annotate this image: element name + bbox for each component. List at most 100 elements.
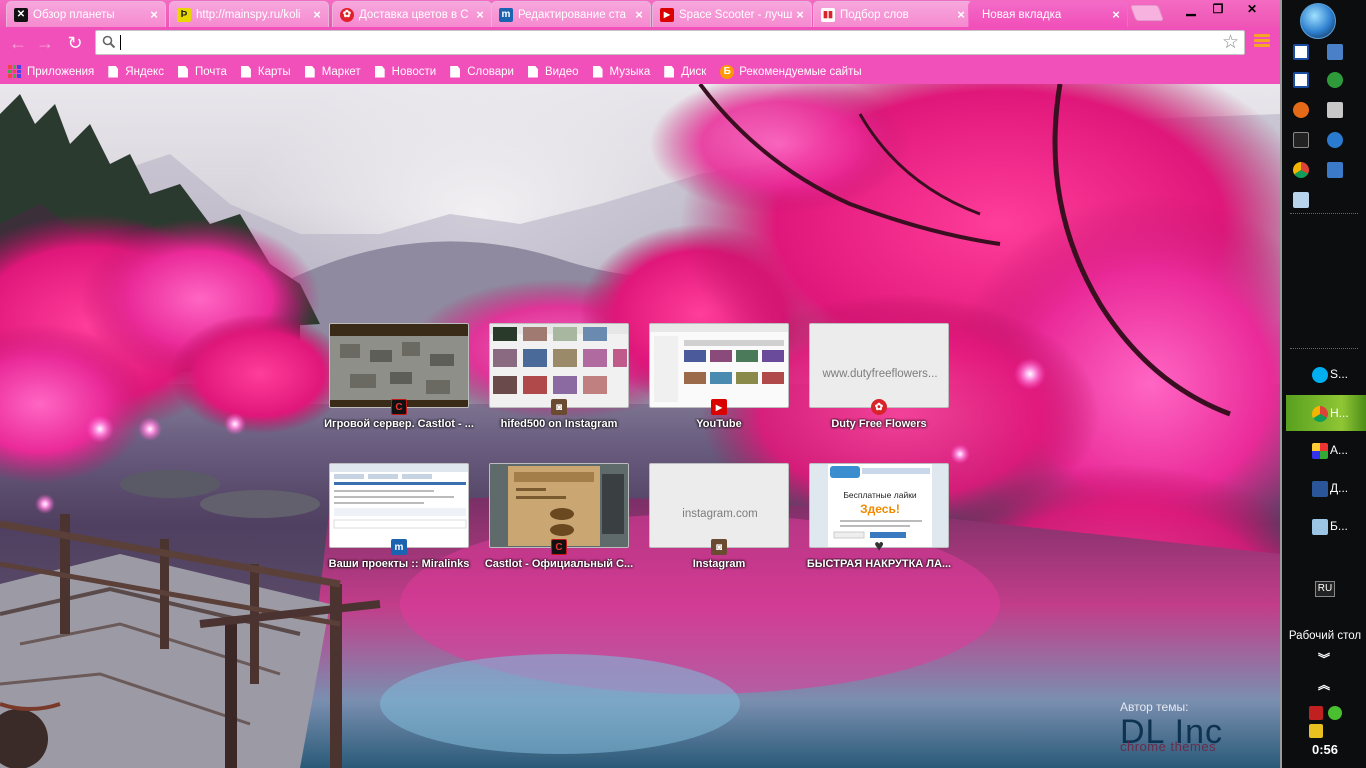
close-icon[interactable]: × — [632, 7, 646, 22]
tab-6-active[interactable]: Новая вкладка × — [968, 1, 1128, 27]
bookmark-music[interactable]: Музыка — [592, 65, 650, 78]
bookmark-label: Почта — [194, 65, 227, 78]
chevron-down-icon[interactable]: ︾ — [1318, 650, 1330, 667]
arrow-icon[interactable] — [1327, 102, 1343, 118]
firefox-icon[interactable] — [1293, 102, 1309, 118]
flower-delivery-icon: ✿ — [871, 399, 887, 415]
close-icon[interactable]: × — [147, 7, 161, 22]
bookmark-label: Маркет — [321, 65, 361, 78]
flower-delivery-icon: ✿ — [340, 7, 354, 22]
taskbar-item-notepad[interactable]: Б... — [1286, 508, 1366, 544]
tab-2[interactable]: ✿ Доставка цветов в С × — [332, 1, 492, 27]
language-indicator[interactable]: RU — [1315, 581, 1335, 597]
bookmark-label: Новости — [391, 65, 437, 78]
bookmark-disk[interactable]: Диск — [664, 65, 706, 78]
utorrent-icon[interactable] — [1327, 72, 1343, 88]
3d-icon[interactable] — [1293, 132, 1309, 148]
maximize-button[interactable]: ❐ — [1205, 0, 1231, 18]
chrome-icon[interactable] — [1293, 162, 1309, 178]
bookmark-star-icon[interactable]: ☆ — [1222, 31, 1239, 54]
heart-icon: ♥ — [874, 538, 884, 555]
tab-title: http://mainspy.ru/koli — [196, 8, 301, 21]
tile-url-text: instagram.com — [682, 508, 758, 520]
menu-icon[interactable] — [1254, 34, 1270, 50]
aimp-icon — [1312, 443, 1328, 459]
youtube-icon: ▶ — [660, 7, 674, 22]
bookmark-label: Яндекс — [125, 65, 164, 78]
bookmark-market[interactable]: Маркет — [304, 65, 361, 78]
new-tab-button[interactable] — [1130, 5, 1164, 21]
minimize-button[interactable]: ▁ — [1178, 0, 1204, 18]
start-button[interactable] — [1300, 3, 1336, 39]
bookmark-news[interactable]: Новости — [374, 65, 437, 78]
bookmarks-bar: Приложения Яндекс Почта Карты Маркет Нов… — [0, 59, 1280, 84]
bookmark-label: Рекомендуемые сайты — [739, 65, 862, 78]
bookmark-label: Приложения — [27, 65, 95, 78]
search-app-icon[interactable] — [1293, 192, 1309, 208]
taskbar-item-aimp[interactable]: A... — [1286, 432, 1366, 468]
taskbar-item-skype[interactable]: S... — [1286, 356, 1366, 392]
taskbar-item-chrome[interactable]: Н... — [1286, 395, 1366, 431]
instagram-icon: ◙ — [551, 399, 567, 415]
close-icon[interactable]: × — [310, 7, 324, 22]
tab-strip: ✕ Обзор планеты × Þ http://mainspy.ru/ko… — [0, 0, 1280, 27]
likes-page-headline: Здесь! — [860, 502, 900, 516]
close-icon[interactable]: × — [793, 7, 807, 22]
wordstat-icon: ▮▮ — [821, 7, 835, 22]
tile-thumbnail — [329, 323, 469, 408]
tab-4[interactable]: ▶ Space Scooter - лучш × — [652, 1, 812, 27]
castlot-site-screenshot — [490, 464, 628, 547]
separator — [1290, 213, 1358, 214]
theme-author-label: Автор темы: — [1120, 700, 1189, 714]
chevron-up-icon[interactable]: ︽ — [1318, 676, 1330, 693]
bookmark-video[interactable]: Видео — [527, 65, 579, 78]
browser-window: ✕ Обзор планеты × Þ http://mainspy.ru/ko… — [0, 0, 1280, 768]
taskbar-item-word[interactable]: Д... — [1286, 470, 1366, 506]
tab-5[interactable]: ▮▮ Подбор слов × — [813, 1, 973, 27]
close-icon[interactable]: × — [473, 7, 487, 22]
desktop-toolbar-label[interactable]: Рабочий стол — [1282, 630, 1366, 642]
task-label: A... — [1330, 443, 1349, 457]
tab-3[interactable]: m Редактирование ста × — [491, 1, 651, 27]
bookmark-yandex[interactable]: Яндекс — [108, 65, 164, 78]
page-icon — [592, 65, 603, 78]
bookmark-mail[interactable]: Почта — [177, 65, 227, 78]
close-window-button[interactable]: ✕ — [1234, 0, 1270, 18]
back-button[interactable]: ← — [7, 32, 29, 54]
tab-0[interactable]: ✕ Обзор планеты × — [6, 1, 166, 27]
youtube-page-screenshot — [650, 324, 788, 402]
tile-label: Ваши проекты :: Miralinks — [328, 558, 470, 570]
update-icon[interactable] — [1328, 706, 1342, 720]
clock[interactable]: 0:56 — [1282, 742, 1366, 757]
task-label: Н... — [1330, 406, 1349, 420]
flag-icon[interactable] — [1309, 706, 1323, 720]
tile-url-text: www.dutyfreeflowers... — [822, 368, 938, 380]
window-icon[interactable] — [1293, 44, 1309, 60]
desktop-icon[interactable] — [1327, 44, 1343, 60]
bookmark-maps[interactable]: Карты — [240, 65, 291, 78]
page-icon — [374, 65, 385, 78]
word-icon — [1312, 481, 1328, 497]
tab-title: Новая вкладка — [982, 8, 1062, 21]
page-icon — [177, 65, 188, 78]
app-icon[interactable] — [1327, 132, 1343, 148]
miralinks-page-screenshot — [330, 464, 468, 529]
bookmark-apps[interactable]: Приложения — [8, 65, 94, 78]
miralinks-icon: m — [499, 7, 513, 22]
address-input[interactable] — [118, 33, 1218, 52]
skype-icon — [1312, 367, 1328, 383]
window-icon[interactable] — [1293, 72, 1309, 88]
ie-icon[interactable] — [1327, 162, 1343, 178]
reload-button[interactable]: ↻ — [64, 32, 86, 54]
users-icon[interactable] — [1309, 724, 1323, 738]
bookmark-dictionaries[interactable]: Словари — [450, 65, 514, 78]
page-icon — [450, 65, 461, 78]
bookmark-recommended[interactable]: Б Рекомендуемые сайты — [720, 64, 862, 79]
tab-1[interactable]: Þ http://mainspy.ru/koli × — [169, 1, 329, 27]
close-icon[interactable]: × — [1109, 7, 1123, 22]
close-icon[interactable]: × — [954, 7, 968, 22]
omnibox[interactable]: ☆ — [95, 30, 1245, 55]
instagram-grid-screenshot — [490, 324, 628, 394]
planet-x-icon: ✕ — [14, 7, 28, 22]
forward-button[interactable]: → — [34, 32, 56, 54]
